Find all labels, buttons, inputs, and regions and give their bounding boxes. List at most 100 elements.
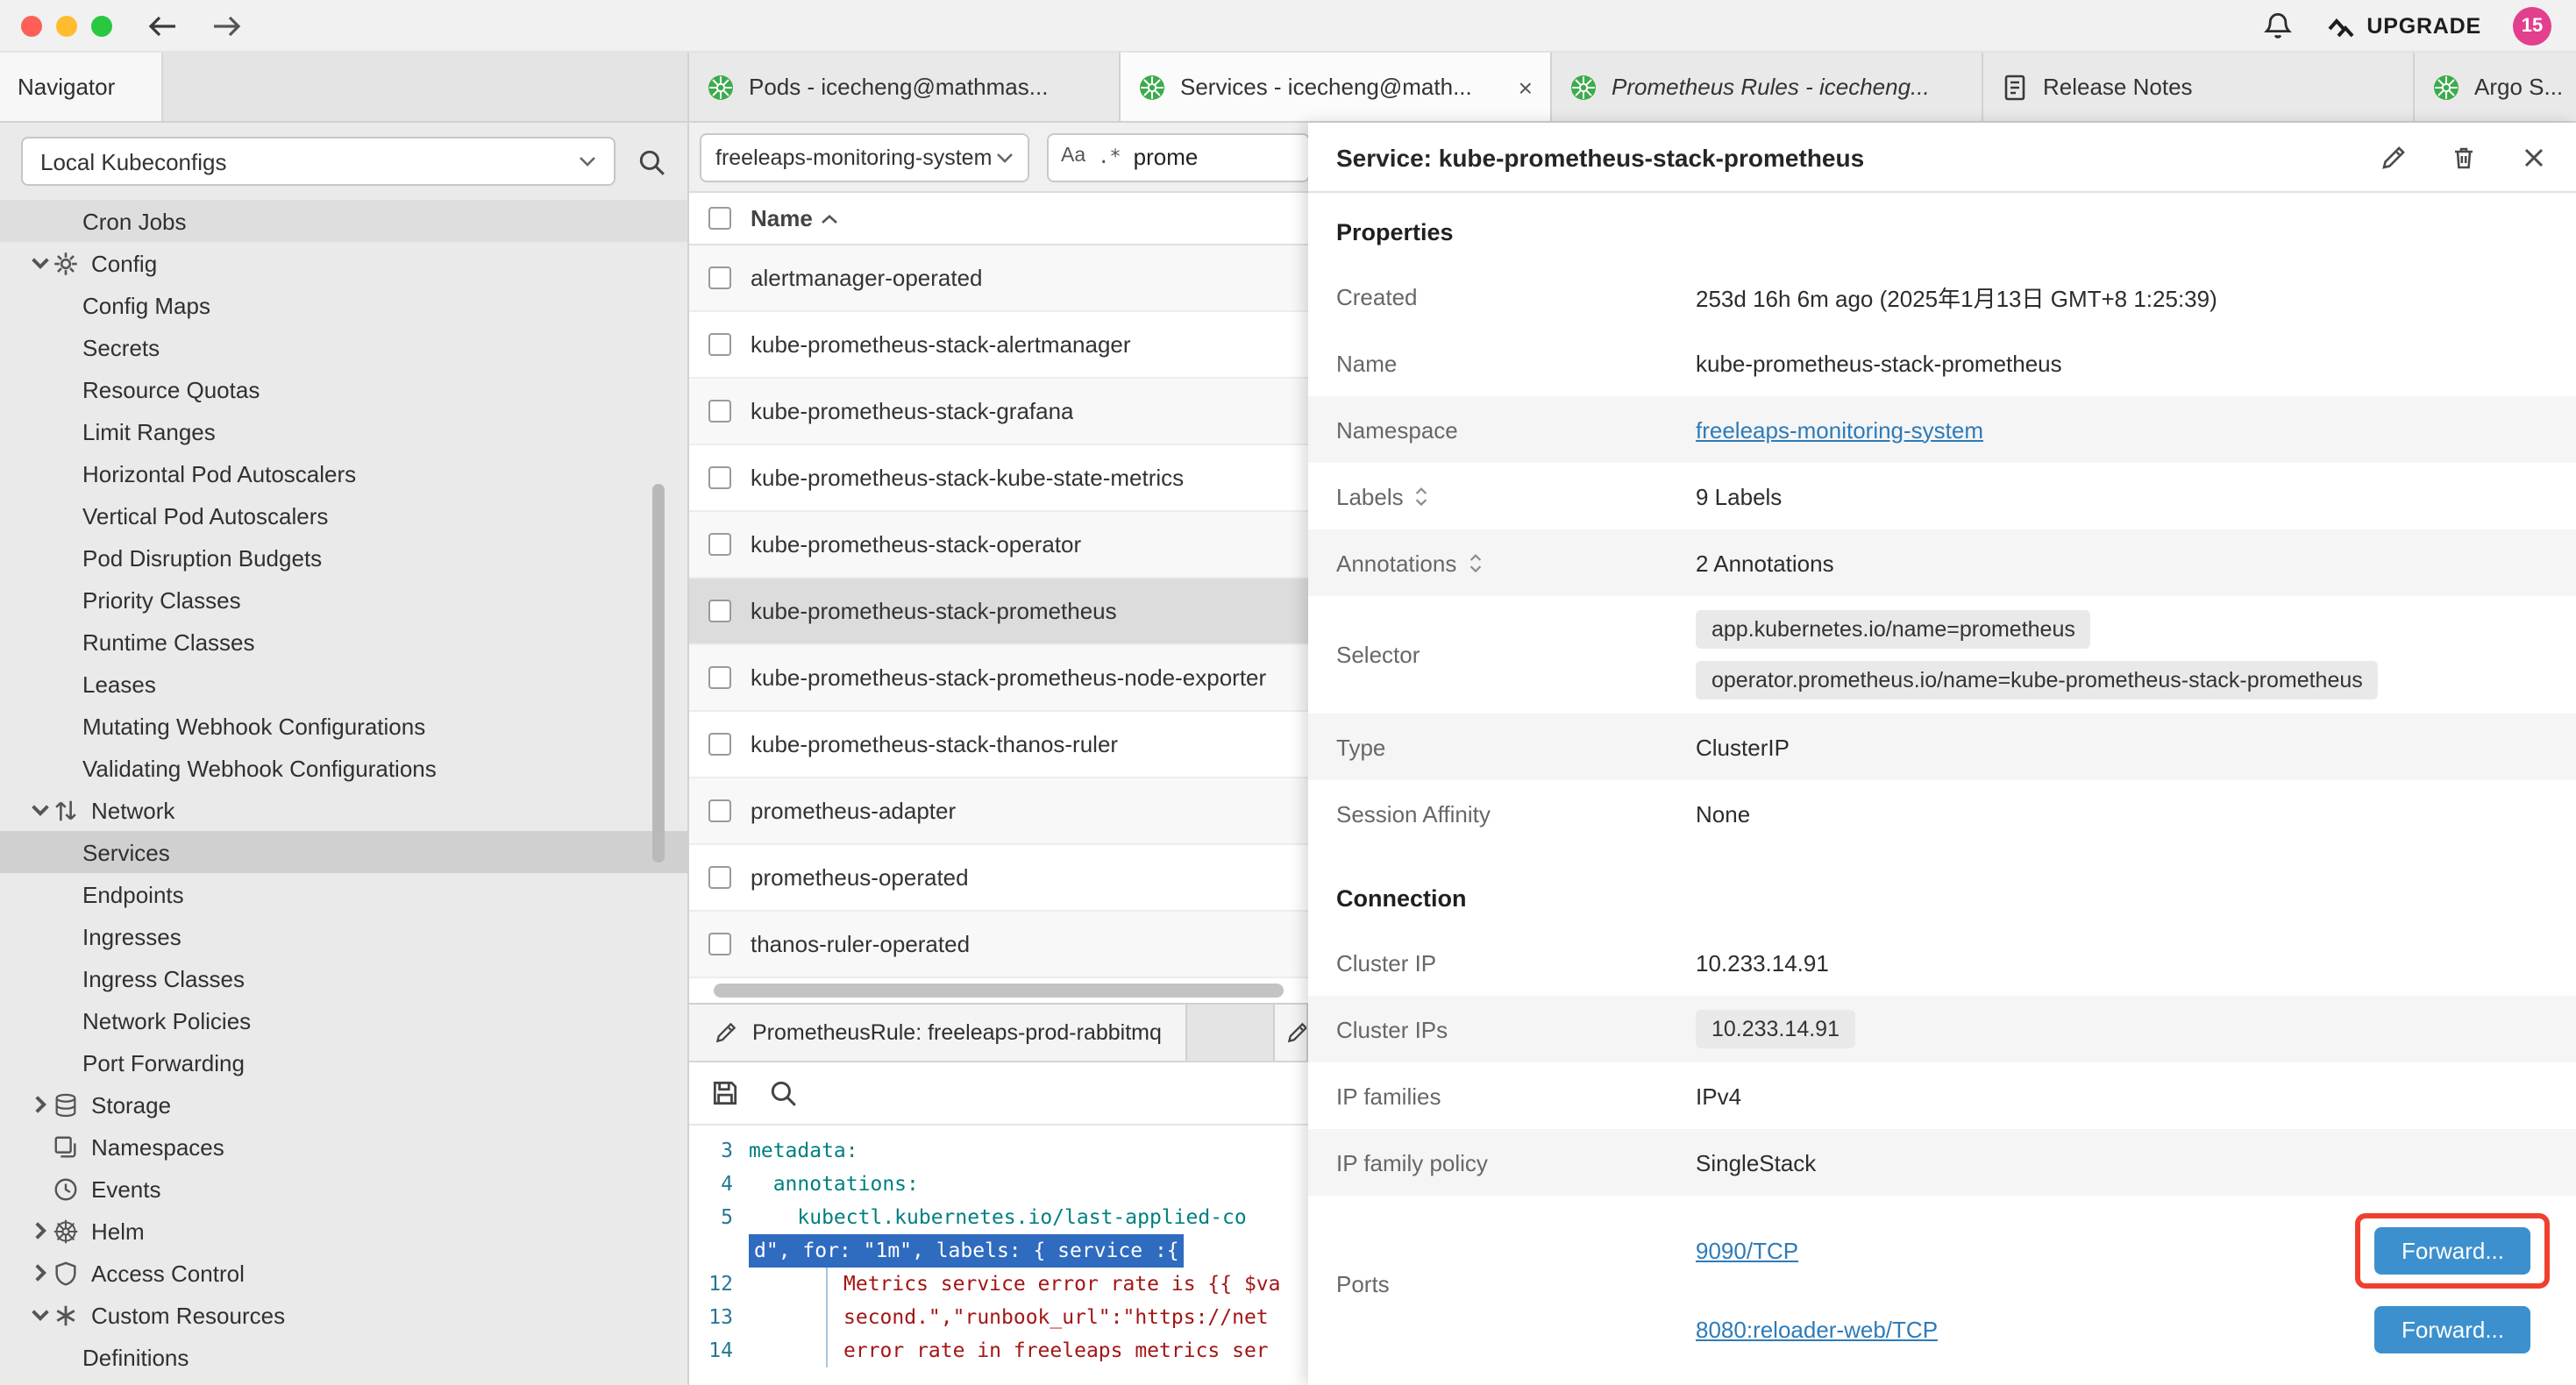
row-checkbox[interactable] — [708, 266, 731, 289]
row-checkbox[interactable] — [708, 400, 731, 423]
sidebar-item-config[interactable]: Config — [0, 242, 687, 284]
close-icon[interactable] — [2520, 143, 2548, 171]
minimize-window-button[interactable] — [56, 15, 77, 36]
tab-pods-icecheng-mathmas[interactable]: Pods - icecheng@mathmas... — [689, 53, 1121, 121]
yaml-editor[interactable]: 3metadata:4 annotations:5 kubectl.kubern… — [689, 1126, 1308, 1385]
service-row-kube-prometheus-stack-alertmanager[interactable]: kube-prometheus-stack-alertmanager — [689, 312, 1308, 379]
sidebar-item-cron-jobs[interactable]: Cron Jobs — [0, 200, 687, 242]
service-row-kube-prometheus-stack-thanos-ruler[interactable]: kube-prometheus-stack-thanos-ruler — [689, 712, 1308, 778]
sidebar-item-secrets[interactable]: Secrets — [0, 326, 687, 368]
navigator-header: Navigator — [0, 53, 689, 121]
sidebar-item-network[interactable]: Network — [0, 789, 687, 831]
sidebar-item-ingresses[interactable]: Ingresses — [0, 915, 687, 957]
row-checkbox[interactable] — [708, 533, 731, 556]
sidebar-item-services[interactable]: Services — [0, 831, 687, 873]
sidebar-item-vertical-pod-autoscalers[interactable]: Vertical Pod Autoscalers — [0, 494, 687, 536]
sidebar-item-storage[interactable]: Storage — [0, 1083, 687, 1126]
service-row-kube-prometheus-stack-prometheus-node-exporter[interactable]: kube-prometheus-stack-prometheus-node-ex… — [689, 645, 1308, 712]
namespace-link[interactable]: freeleaps-monitoring-system — [1696, 416, 1983, 443]
sidebar-item-limit-ranges[interactable]: Limit Ranges — [0, 410, 687, 452]
service-row-alertmanager-operated[interactable]: alertmanager-operated — [689, 245, 1308, 312]
row-checkbox[interactable] — [708, 733, 731, 756]
row-checkbox[interactable] — [708, 333, 731, 356]
sidebar-item-definitions[interactable]: Definitions — [0, 1336, 687, 1378]
forward-button[interactable]: Forward... — [2375, 1227, 2530, 1275]
row-checkbox[interactable] — [708, 799, 731, 822]
port-link[interactable]: 8080:reloader-web/TCP — [1696, 1317, 1938, 1343]
service-row-kube-prometheus-stack-kube-state-metrics[interactable]: kube-prometheus-stack-kube-state-metrics — [689, 445, 1308, 512]
chevron-right-icon[interactable] — [28, 1264, 53, 1282]
chevron-down-icon[interactable] — [28, 1306, 53, 1324]
regex-toggle[interactable]: .* — [1098, 147, 1121, 167]
chevron-right-icon[interactable] — [28, 1222, 53, 1239]
sidebar-item-pod-disruption-budgets[interactable]: Pod Disruption Budgets — [0, 536, 687, 579]
sidebar-item-config-maps[interactable]: Config Maps — [0, 284, 687, 326]
detail-value: 10.233.14.91 — [1696, 999, 2548, 1059]
sidebar-item-leases[interactable]: Leases — [0, 663, 687, 705]
sidebar-item-horizontal-pod-autoscalers[interactable]: Horizontal Pod Autoscalers — [0, 452, 687, 494]
back-icon[interactable] — [147, 13, 179, 38]
select-all-checkbox[interactable] — [708, 207, 731, 230]
sidebar-item-namespaces[interactable]: Namespaces — [0, 1126, 687, 1168]
edit-icon[interactable] — [2380, 143, 2408, 171]
kubeconfig-select[interactable]: Local Kubeconfigs — [21, 137, 616, 186]
sidebar-item-network-policies[interactable]: Network Policies — [0, 999, 687, 1041]
match-case-toggle[interactable]: Aa — [1061, 147, 1085, 167]
row-checkbox[interactable] — [708, 866, 731, 889]
editor-tab-prometheusrule[interactable]: PrometheusRule: freeleaps-prod-rabbitmq — [689, 1005, 1188, 1061]
sidebar-scrollbar[interactable] — [652, 484, 665, 863]
save-icon[interactable] — [710, 1078, 740, 1108]
notifications-bell-icon[interactable] — [2261, 10, 2293, 41]
sidebar-item-endpoints[interactable]: Endpoints — [0, 873, 687, 915]
sidebar-item-ingress-classes[interactable]: Ingress Classes — [0, 957, 687, 999]
sidebar-item-validating-webhook-configurations[interactable]: Validating Webhook Configurations — [0, 747, 687, 789]
service-row-prometheus-adapter[interactable]: prometheus-adapter — [689, 778, 1308, 845]
sidebar-item-helm[interactable]: Helm — [0, 1210, 687, 1252]
row-checkbox[interactable] — [708, 466, 731, 489]
tab-prometheus-rules-icecheng[interactable]: Prometheus Rules - icecheng... — [1552, 53, 1983, 121]
services-search-input[interactable]: Aa .* prome — [1047, 132, 1310, 181]
services-hscrollbar[interactable] — [689, 978, 1308, 1003]
chevron-right-icon[interactable] — [28, 1096, 53, 1113]
zoom-window-button[interactable] — [91, 15, 112, 36]
tab-services-icecheng-math[interactable]: Services - icecheng@math...× — [1121, 53, 1552, 121]
sidebar-item-access-control[interactable]: Access Control — [0, 1252, 687, 1294]
service-row-thanos-ruler-operated[interactable]: thanos-ruler-operated — [689, 912, 1308, 978]
close-window-button[interactable] — [21, 15, 42, 36]
sort-updown-icon[interactable] — [1467, 551, 1483, 574]
sidebar-item-priority-classes[interactable]: Priority Classes — [0, 579, 687, 621]
editor-tab-partial[interactable] — [1273, 1005, 1308, 1061]
tab-close-icon[interactable]: × — [1519, 75, 1533, 99]
service-row-kube-prometheus-stack-grafana[interactable]: kube-prometheus-stack-grafana — [689, 379, 1308, 445]
scrollbar-thumb[interactable] — [714, 984, 1284, 998]
forward-button[interactable]: Forward... — [2375, 1306, 2530, 1353]
sort-updown-icon[interactable] — [1414, 485, 1430, 508]
namespace-select[interactable]: freeleaps-monitoring-system — [700, 132, 1029, 181]
chevron-down-icon[interactable] — [28, 801, 53, 819]
navigator-panel-tab[interactable]: Navigator — [0, 53, 162, 121]
sidebar-item-resource-quotas[interactable]: Resource Quotas — [0, 368, 687, 410]
row-checkbox[interactable] — [708, 666, 731, 689]
service-row-kube-prometheus-stack-operator[interactable]: kube-prometheus-stack-operator — [689, 512, 1308, 579]
search-icon[interactable] — [637, 146, 666, 176]
notification-count-badge[interactable]: 15 — [2513, 6, 2551, 45]
editor-search-icon[interactable] — [768, 1078, 798, 1108]
tab-argo-s[interactable]: Argo S... — [2415, 53, 2576, 121]
sidebar-item-events[interactable]: Events — [0, 1168, 687, 1210]
tab-release-notes[interactable]: Release Notes — [1983, 53, 2415, 121]
shield-icon — [53, 1260, 79, 1286]
upgrade-button[interactable]: UPGRADE — [2324, 13, 2481, 38]
service-row-prometheus-operated[interactable]: prometheus-operated — [689, 845, 1308, 912]
name-column-header[interactable]: Name — [751, 205, 839, 231]
delete-icon[interactable] — [2450, 143, 2478, 171]
port-link[interactable]: 9090/TCP — [1696, 1238, 1798, 1264]
sidebar-item-custom-resources[interactable]: Custom Resources — [0, 1294, 687, 1336]
sidebar-item-mutating-webhook-configurations[interactable]: Mutating Webhook Configurations — [0, 705, 687, 747]
service-row-kube-prometheus-stack-prometheus[interactable]: kube-prometheus-stack-prometheus — [689, 579, 1308, 645]
row-checkbox[interactable] — [708, 600, 731, 622]
row-checkbox[interactable] — [708, 933, 731, 955]
sidebar-item-port-forwarding[interactable]: Port Forwarding — [0, 1041, 687, 1083]
sidebar-item-runtime-classes[interactable]: Runtime Classes — [0, 621, 687, 663]
chevron-down-icon[interactable] — [28, 254, 53, 272]
forward-icon[interactable] — [210, 13, 242, 38]
